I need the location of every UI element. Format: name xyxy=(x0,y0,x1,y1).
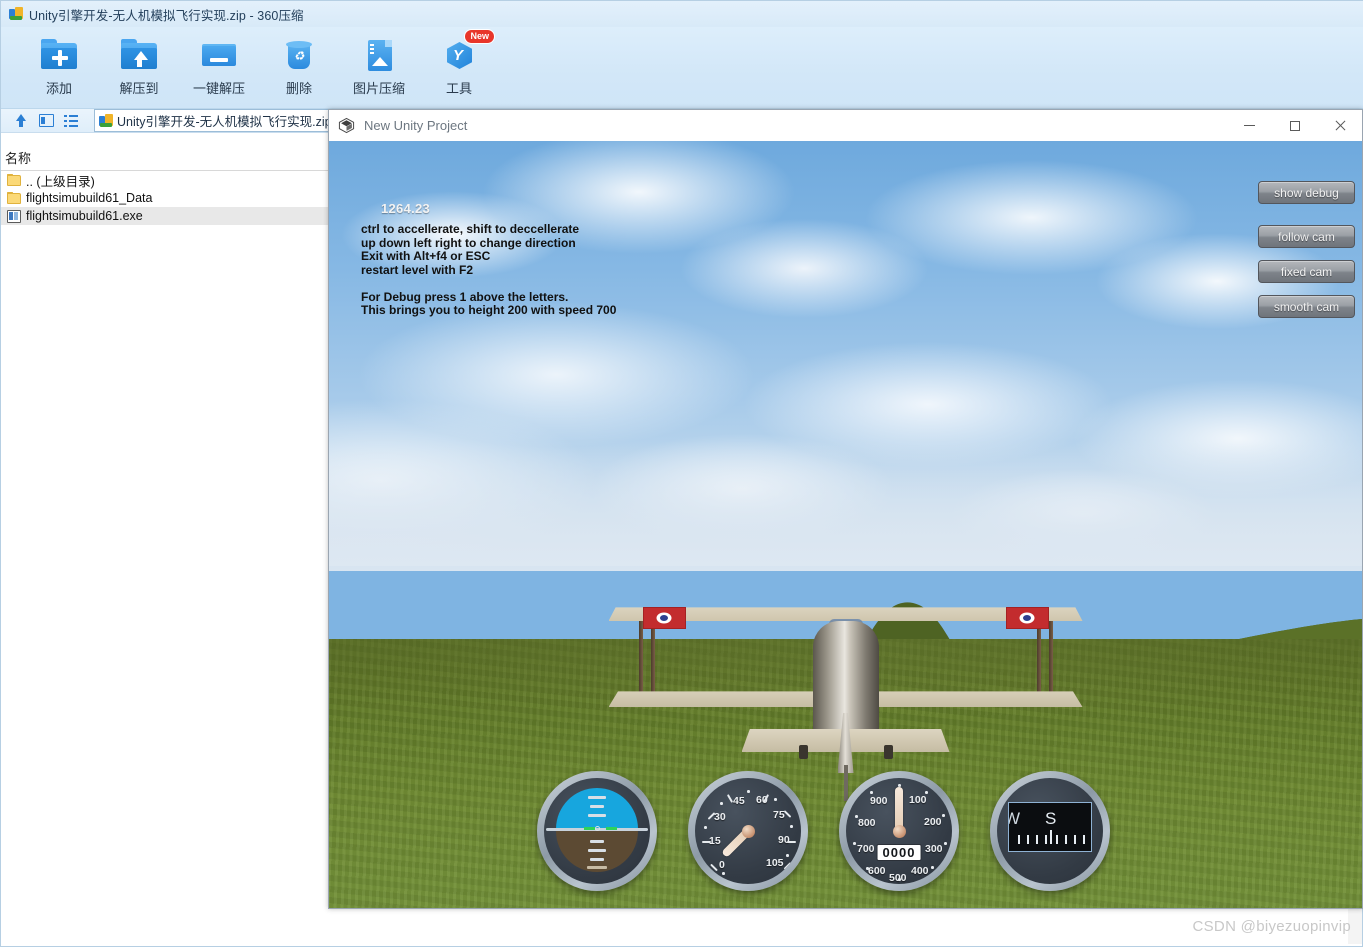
altimeter-tick-label: 100 xyxy=(909,794,927,806)
altimeter-tick-label: 300 xyxy=(925,843,943,855)
compass-tick-marks xyxy=(1009,830,1091,844)
toolbar-one-click-extract-button[interactable]: 一键解压 xyxy=(179,35,259,97)
toolbar-add-label: 添加 xyxy=(45,81,72,96)
path-input[interactable]: Unity引擎开发-无人机模拟飞行实现.zip\ ‹ xyxy=(94,109,341,132)
compass-window: W S xyxy=(1008,802,1092,852)
hud-help-text: ctrl to accellerate, shift to deccellera… xyxy=(361,222,617,318)
compass-prev-letter: W xyxy=(1009,809,1020,829)
folder-icon xyxy=(7,173,21,187)
compass-heading-letter: S xyxy=(1045,809,1057,828)
artificial-horizon-gauge xyxy=(537,771,657,891)
recycle-bin-icon: ♻ xyxy=(279,35,319,75)
instrument-panel: 0 15 30 45 60 75 90 105 100 200 300 400 … xyxy=(537,771,1110,891)
folder-icon xyxy=(7,191,21,205)
close-icon[interactable] xyxy=(1317,110,1362,141)
toolbar-tools-label: 工具 xyxy=(445,81,472,96)
image-compress-icon xyxy=(359,35,399,75)
altimeter-needle-hub xyxy=(892,824,906,838)
unity-window-title: New Unity Project xyxy=(364,118,468,133)
altimeter-tick-label: 800 xyxy=(858,817,876,829)
toolbar-delete-label: 删除 xyxy=(285,81,312,96)
airspeed-tick-label: 105 xyxy=(766,857,784,869)
file-name: flightsimubuild61.exe xyxy=(26,209,143,223)
roundel-left xyxy=(642,607,686,629)
list-item[interactable]: flightsimubuild61_Data xyxy=(1,189,330,207)
toolbar-delete-button[interactable]: ♻ 删除 xyxy=(259,35,339,97)
airspeed-tick-label: 0 xyxy=(719,859,725,871)
zip-toolbar: 添加 解压到 一键解压 ♻ 删除 图片压缩 New Y 工具 xyxy=(1,27,1363,109)
toolbar-extract-to-label: 解压到 xyxy=(119,81,159,96)
altimeter-tick-label: 600 xyxy=(868,865,886,877)
file-list: .. (上级目录) flightsimubuild61_Data flights… xyxy=(1,171,330,945)
sky-haze xyxy=(329,441,1362,571)
list-item[interactable]: flightsimubuild61.exe xyxy=(1,207,330,225)
one-click-extract-icon xyxy=(199,35,239,75)
airspeed-gauge: 0 15 30 45 60 75 90 105 xyxy=(688,771,808,891)
folder-plus-icon xyxy=(39,35,79,75)
smooth-cam-button[interactable]: smooth cam xyxy=(1258,295,1355,318)
airspeed-tick-label: 90 xyxy=(778,834,790,846)
up-arrow-icon[interactable] xyxy=(13,112,30,129)
follow-cam-button[interactable]: follow cam xyxy=(1258,225,1355,248)
list-item[interactable]: .. (上级目录) xyxy=(1,171,330,189)
zip-app-icon xyxy=(9,7,23,21)
zip-titlebar: Unity引擎开发-无人机模拟飞行实现.zip - 360压缩 xyxy=(1,1,1363,27)
window-controls xyxy=(1227,110,1362,141)
exe-icon xyxy=(7,209,21,223)
altimeter-digital-readout: 0000 xyxy=(876,844,922,861)
path-value: Unity引擎开发-无人机模拟飞行实现.zip\ xyxy=(117,115,336,129)
minimize-icon[interactable] xyxy=(1227,110,1272,141)
unity-titlebar[interactable]: New Unity Project xyxy=(329,110,1362,141)
path-zip-icon xyxy=(99,114,113,127)
fixed-cam-button[interactable]: fixed cam xyxy=(1258,260,1355,283)
game-viewport[interactable]: 1264.23 ctrl to accellerate, shift to de… xyxy=(329,141,1362,908)
show-debug-button[interactable]: show debug xyxy=(1258,181,1355,204)
toolbar-add-button[interactable]: 添加 xyxy=(19,35,99,97)
tools-cube-icon: Y xyxy=(439,35,479,75)
airspeed-tick-label: 45 xyxy=(733,795,745,807)
unity-logo-icon xyxy=(338,117,355,134)
airspeed-needle-hub xyxy=(741,824,755,838)
altimeter-tick-label: 900 xyxy=(870,795,888,807)
toolbar-image-compress-button[interactable]: 图片压缩 xyxy=(339,35,419,97)
hud-speed-value: 1264.23 xyxy=(381,201,431,216)
csdn-watermark: CSDN @biyezuopinvip xyxy=(1192,918,1351,935)
maximize-icon[interactable] xyxy=(1272,110,1317,141)
toolbar-tools-button[interactable]: New Y 工具 xyxy=(419,29,499,97)
airspeed-tick-label: 30 xyxy=(714,811,726,823)
screen-root: Unity引擎开发-无人机模拟飞行实现.zip - 360压缩 添加 解压到 一… xyxy=(0,0,1363,947)
file-name: .. (上级目录) xyxy=(26,174,95,189)
altimeter-tick-label: 400 xyxy=(911,865,929,877)
zip-window-title: Unity引擎开发-无人机模拟飞行实现.zip - 360压缩 xyxy=(29,8,304,23)
toolbar-one-click-extract-label: 一键解压 xyxy=(192,81,245,96)
unity-game-window: New Unity Project 1264.23 ctrl to accell… xyxy=(328,109,1363,909)
compass-gauge: W S xyxy=(990,771,1110,891)
altimeter-tick-label: 700 xyxy=(857,843,875,855)
altimeter-tick-label: 200 xyxy=(924,816,942,828)
toolbar-image-compress-label: 图片压缩 xyxy=(352,81,405,96)
folder-extract-icon xyxy=(119,35,159,75)
camera-button-group: show debug follow cam fixed cam smooth c… xyxy=(1258,181,1355,330)
list-view-icon[interactable] xyxy=(63,112,80,129)
file-name: flightsimubuild61_Data xyxy=(26,191,153,205)
roundel-right xyxy=(1005,607,1049,629)
toolbar-extract-to-button[interactable]: 解压到 xyxy=(99,35,179,97)
altimeter-gauge: 100 200 300 400 500 600 700 800 900 xyxy=(839,771,959,891)
file-list-column-header[interactable]: 名称 xyxy=(1,145,330,171)
column-header-name: 名称 xyxy=(5,151,32,166)
view-pane-icon[interactable] xyxy=(38,112,55,129)
